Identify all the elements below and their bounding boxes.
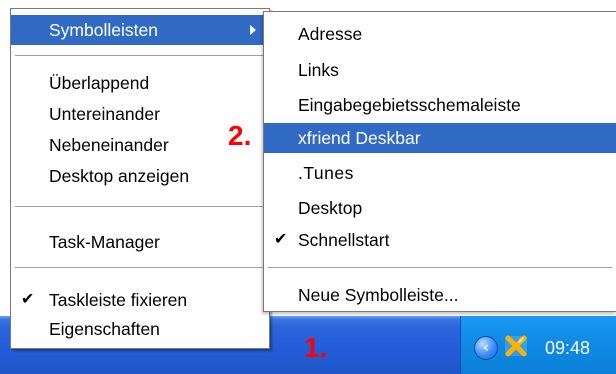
submenu-item-eingabegebietsschemaleiste[interactable]: Eingabegebietsschemaleiste (264, 90, 616, 120)
taskbar-context-menu: Symbolleisten Überlappend Untereinander … (10, 8, 270, 349)
menu-item-label: .Tunes (298, 163, 354, 183)
menu-item-label: Schnellstart (298, 230, 390, 250)
menu-item-ueberlappend[interactable]: Überlappend (11, 68, 269, 98)
menu-item-label: Untereinander (49, 104, 160, 124)
menu-separator (15, 55, 265, 56)
submenu-item-itunes[interactable]: .Tunes (264, 158, 616, 188)
annotation-step-2: 2. (228, 120, 252, 151)
menu-item-task-manager[interactable]: Task-Manager (11, 227, 269, 257)
menu-item-label: Eigenschaften (49, 319, 160, 339)
submenu-arrow-icon (250, 25, 256, 35)
checkmark-icon: ✔ (274, 231, 288, 248)
menu-item-symbolleisten[interactable]: Symbolleisten (11, 15, 269, 45)
clock[interactable]: 09:48 (545, 336, 590, 360)
submenu-item-xfriend-deskbar[interactable]: xfriend Deskbar (264, 123, 616, 153)
menu-item-label: Adresse (298, 24, 363, 44)
menu-item-label: Links (298, 60, 339, 80)
submenu-item-neue-symbolleiste[interactable]: Neue Symbolleiste... (264, 280, 616, 310)
menu-item-label: Taskleiste fixieren (49, 290, 188, 310)
menu-item-label: Neue Symbolleiste... (298, 285, 459, 305)
menu-item-label: xfriend Deskbar (298, 128, 421, 148)
menu-separator (268, 267, 612, 268)
symbolleisten-submenu: Adresse Links Eingabegebietsschemaleiste… (263, 11, 616, 312)
submenu-item-desktop[interactable]: Desktop (264, 193, 616, 223)
annotation-step-1: 1. (304, 332, 328, 363)
menu-item-label: Überlappend (49, 73, 150, 93)
menu-separator (15, 267, 265, 268)
submenu-item-schnellstart[interactable]: ✔ Schnellstart (264, 225, 616, 255)
system-tray: ‹ 09:48 (460, 316, 616, 374)
xfriend-icon[interactable] (504, 334, 528, 358)
menu-item-label: Nebeneinander (49, 135, 169, 155)
menu-item-taskleiste-fixieren[interactable]: ✔ Taskleiste fixieren (11, 285, 269, 315)
menu-separator (15, 206, 265, 207)
menu-item-label: Eingabegebietsschemaleiste (298, 95, 521, 115)
menu-item-label: Desktop anzeigen (49, 166, 190, 186)
menu-item-desktop-anzeigen[interactable]: Desktop anzeigen (11, 161, 269, 191)
menu-item-label: Desktop (298, 198, 363, 218)
submenu-item-links[interactable]: Links (264, 55, 616, 85)
submenu-item-adresse[interactable]: Adresse (264, 19, 616, 49)
checkmark-icon: ✔ (21, 291, 35, 308)
menu-item-label: Symbolleisten (49, 20, 158, 40)
menu-item-label: Task-Manager (49, 232, 160, 252)
chevron-left-icon[interactable]: ‹ (474, 336, 498, 360)
menu-item-eigenschaften[interactable]: Eigenschaften (11, 314, 269, 344)
